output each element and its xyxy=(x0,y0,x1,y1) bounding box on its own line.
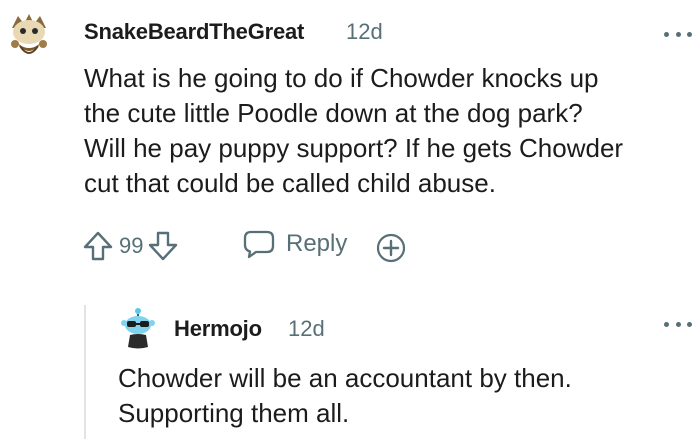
reply-age[interactable]: 12d xyxy=(288,316,325,342)
add-award-icon xyxy=(375,232,407,264)
vote-score: 99 xyxy=(119,233,144,258)
chat-bubble-icon xyxy=(242,228,276,260)
reply-author[interactable]: Hermojo xyxy=(174,316,262,342)
comment-age[interactable]: 12d xyxy=(346,19,383,45)
upvote-icon[interactable] xyxy=(80,228,116,264)
snoo-bearded-avatar-icon xyxy=(2,8,56,62)
comment-author[interactable]: SnakeBeardTheGreat xyxy=(84,19,304,45)
snoo-sunglasses-avatar-icon xyxy=(115,305,161,351)
comment-body-line: the cute little Poodle down at the dog p… xyxy=(84,98,583,128)
avatar[interactable] xyxy=(115,305,161,351)
reply-body-line: Chowder will be an accountant by then. xyxy=(118,363,572,393)
more-options-icon[interactable] xyxy=(664,318,692,330)
award-button[interactable] xyxy=(375,232,407,269)
reply-label: Reply xyxy=(286,230,348,257)
more-options-icon[interactable] xyxy=(664,28,692,40)
reply-button[interactable]: Reply xyxy=(242,228,347,260)
vote-bar: 99 xyxy=(80,226,181,266)
comment-body-line: Will he pay puppy support? If he gets Ch… xyxy=(84,133,624,163)
comment-body: What is he going to do if Chowder knocks… xyxy=(84,61,696,201)
comment-body-line: cut that could be called child abuse. xyxy=(84,168,496,198)
reply-body-line: Supporting them all. xyxy=(118,398,350,428)
reply-body: Chowder will be an accountant by then. S… xyxy=(118,361,688,431)
avatar[interactable] xyxy=(2,8,56,62)
thread-line[interactable] xyxy=(84,305,86,439)
downvote-icon[interactable] xyxy=(145,228,181,264)
comment-body-line: What is he going to do if Chowder knocks… xyxy=(84,63,599,93)
